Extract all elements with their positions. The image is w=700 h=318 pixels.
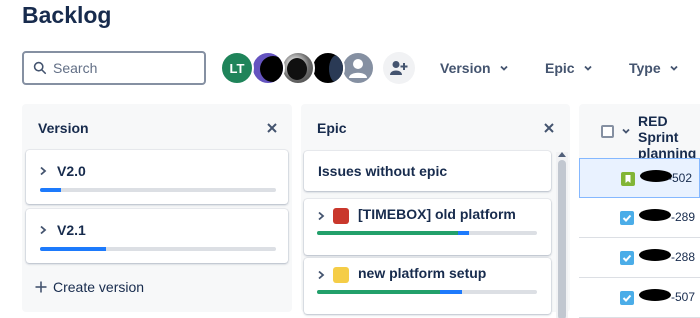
avatar-user-4[interactable] (311, 51, 345, 85)
create-version-button[interactable]: Create version (35, 279, 144, 295)
epic-filter[interactable]: Epic (545, 58, 593, 78)
issue-row[interactable]: -289 (579, 198, 700, 238)
chevron-down-icon (499, 65, 508, 71)
issue-row[interactable]: -502 (579, 158, 700, 198)
close-icon[interactable] (542, 121, 556, 135)
issue-key[interactable]: -507 (671, 290, 695, 304)
create-version-label: Create version (53, 279, 145, 295)
issue-key[interactable]: -502 (668, 171, 692, 185)
epic-card[interactable]: [TIMEBOX] old platform (304, 199, 551, 255)
add-people-button[interactable] (383, 52, 415, 84)
plus-icon (35, 281, 47, 293)
scroll-up-arrow[interactable] (558, 152, 566, 157)
version-name: V2.0 (57, 163, 86, 179)
in-progress-fill (40, 247, 107, 251)
in-progress-fill (457, 231, 469, 235)
version-card[interactable]: V2.1 (26, 209, 288, 263)
task-icon (620, 211, 634, 225)
epic-name: [TIMEBOX] old platform (358, 206, 516, 222)
issues-without-epic-label: Issues without epic (318, 163, 448, 179)
version-panel-title: Version (38, 120, 89, 136)
epic-card[interactable]: new platform setup (304, 258, 551, 314)
search-box[interactable] (22, 51, 206, 85)
search-icon (33, 61, 47, 75)
select-all-checkbox[interactable] (601, 125, 614, 138)
issue-row[interactable]: -507 (579, 278, 700, 318)
epic-name: new platform setup (358, 265, 487, 281)
redacted-key-prefix (639, 249, 671, 261)
epic-progress-bar (317, 290, 537, 294)
chevron-down-icon (670, 65, 678, 71)
avatar-lt[interactable]: LT (220, 51, 254, 85)
done-fill (317, 290, 441, 294)
redacted-key-prefix (639, 289, 671, 301)
person-icon (349, 59, 367, 78)
chevron-right-icon[interactable] (317, 211, 325, 221)
sprint-section: RED Sprint planning -502 -289 -288 -507 (579, 104, 700, 318)
search-input[interactable] (53, 60, 193, 76)
in-progress-fill (440, 290, 463, 294)
version-progress-bar (40, 188, 276, 192)
task-icon (620, 251, 634, 265)
chevron-right-icon[interactable] (39, 225, 47, 235)
chevron-right-icon[interactable] (317, 270, 325, 280)
epic-filter-label: Epic (545, 60, 575, 76)
story-icon (621, 172, 635, 186)
issue-key[interactable]: -289 (671, 210, 695, 224)
type-filter-label: Type (629, 60, 661, 76)
chevron-right-icon[interactable] (39, 166, 47, 176)
version-panel: Version V2.0 V2.1 Create version (22, 104, 292, 312)
in-progress-fill (40, 188, 62, 192)
version-name: V2.1 (57, 222, 86, 238)
version-card[interactable]: V2.0 (26, 150, 288, 204)
type-filter[interactable]: Type (629, 58, 679, 78)
scrollbar-thumb[interactable] (558, 160, 566, 318)
epic-progress-bar (317, 231, 537, 235)
chevron-down-icon[interactable] (621, 126, 631, 136)
chevron-down-icon (583, 65, 592, 71)
add-people-icon (390, 61, 408, 75)
sprint-title[interactable]: RED Sprint planning (638, 113, 700, 161)
avatar-user-2[interactable] (251, 51, 285, 85)
redacted-key-prefix (639, 209, 671, 221)
epic-panel: Epic Issues without epic [TIMEBOX] old p… (301, 104, 570, 314)
version-progress-bar (40, 247, 276, 251)
avatar-default[interactable] (341, 51, 375, 85)
version-filter[interactable]: Version (440, 58, 509, 78)
epic-panel-scrollbar[interactable] (556, 152, 568, 318)
avatar-user-3[interactable] (281, 51, 315, 85)
epic-panel-title: Epic (317, 120, 347, 136)
issues-without-epic-card[interactable]: Issues without epic (304, 151, 551, 191)
epic-color-swatch (333, 267, 349, 283)
issue-row[interactable]: -288 (579, 238, 700, 278)
close-icon[interactable] (265, 121, 279, 135)
done-fill (317, 231, 458, 235)
version-filter-label: Version (440, 60, 491, 76)
task-icon (620, 291, 634, 305)
issue-key[interactable]: -288 (671, 250, 695, 264)
page-title: Backlog (22, 2, 112, 28)
epic-color-swatch (333, 208, 349, 224)
